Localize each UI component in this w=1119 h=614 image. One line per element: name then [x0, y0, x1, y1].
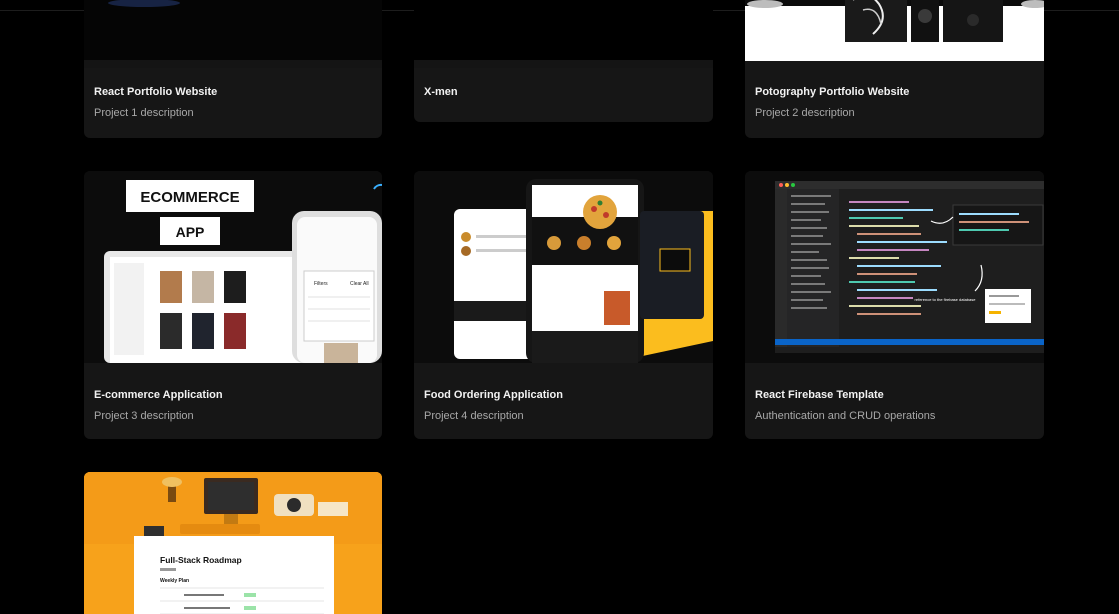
roadmap-title: Full-Stack Roadmap	[160, 555, 242, 565]
firebase-note: reference to the firebase database	[915, 297, 977, 302]
project-title: React Firebase Template	[755, 389, 884, 401]
project-thumbnail	[414, 0, 713, 68]
card-body: React Firebase Template Authentication a…	[755, 388, 1034, 423]
project-card-photography-portfolio[interactable]: Potography Portfolio Website Project 2 d…	[745, 0, 1044, 138]
roadmap-subtitle: Weekly Plan	[160, 578, 189, 584]
card-body: Potography Portfolio Website Project 2 d…	[755, 85, 1034, 120]
project-card-food-ordering[interactable]: Food Ordering Application Project 4 desc…	[414, 171, 713, 439]
ecommerce-badge-2: APP	[176, 224, 205, 240]
project-title: React Portfolio Website	[94, 86, 218, 98]
project-title: X-men	[424, 86, 458, 98]
project-description: Project 2 description	[755, 107, 855, 119]
project-title: Food Ordering Application	[424, 389, 563, 401]
clear-all-label: Clear All	[350, 281, 369, 287]
project-thumbnail	[414, 171, 713, 363]
filters-label: Filters	[314, 281, 328, 287]
project-thumbnail: reference to the firebase database	[745, 171, 1044, 363]
project-description: Project 4 description	[424, 410, 524, 422]
project-title: Potography Portfolio Website	[755, 86, 910, 98]
project-thumbnail: ECOMMERCE APP Filters Clear All	[84, 171, 382, 363]
project-description: Authentication and CRUD operations	[755, 410, 936, 422]
project-card-x-men[interactable]: X-men	[414, 0, 713, 122]
card-body: Food Ordering Application Project 4 desc…	[424, 388, 703, 423]
project-thumbnail	[84, 0, 382, 68]
project-description: Project 3 description	[94, 410, 194, 422]
card-body: E-commerce Application Project 3 descrip…	[94, 388, 372, 423]
ecommerce-badge-1: ECOMMERCE	[140, 189, 239, 206]
project-card-react-firebase[interactable]: reference to the firebase database React…	[745, 171, 1044, 439]
project-card-ecommerce[interactable]: ECOMMERCE APP Filters Clear All E-commer…	[84, 171, 382, 439]
project-thumbnail	[745, 0, 1044, 61]
project-description: Project 1 description	[94, 107, 194, 119]
project-card-fullstack-roadmap[interactable]: Full-Stack Roadmap Weekly Plan	[84, 472, 382, 614]
project-card-react-portfolio[interactable]: React Portfolio Website Project 1 descri…	[84, 0, 382, 138]
card-body: React Portfolio Website Project 1 descri…	[94, 85, 372, 120]
project-thumbnail: Full-Stack Roadmap Weekly Plan	[84, 472, 382, 614]
projects-page: React Portfolio Website Project 1 descri…	[0, 0, 1119, 614]
project-title: E-commerce Application	[94, 389, 223, 401]
card-body: X-men	[424, 85, 703, 99]
